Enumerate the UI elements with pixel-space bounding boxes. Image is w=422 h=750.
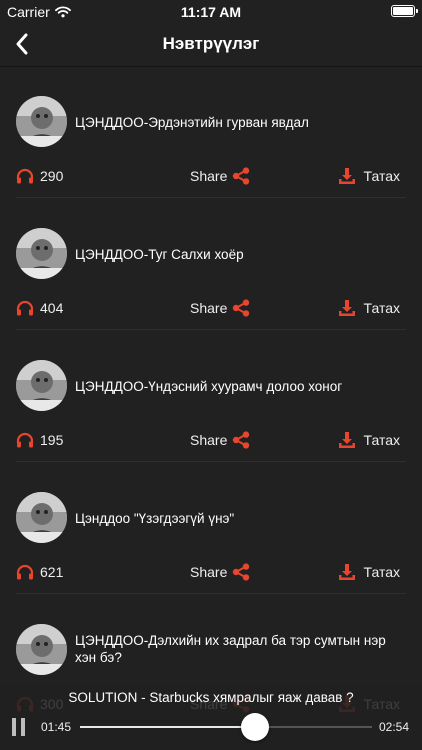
episode-item[interactable]: Цэнддоо "Үзэгдээгүй үнэ" 621 Share Татах (0, 462, 422, 594)
play-count-value: 621 (40, 564, 64, 580)
episode-title[interactable]: ЦЭНДДОО-Эрдэнэтийн гурван явдал (75, 114, 405, 131)
play-count-value: 290 (40, 168, 64, 184)
now-playing-title: SOLUTION - Starbucks хямралыг яаж давав … (68, 690, 354, 705)
episode-avatar (16, 360, 67, 411)
episode-avatar (16, 96, 67, 147)
nav-bar: Нэвтрүүлэг (0, 22, 422, 67)
episode-title[interactable]: ЦЭНДДОО-Дэлхийн их задрал ба тэр сумтын … (75, 632, 405, 666)
play-count: 404 (16, 296, 63, 320)
share-label: Share (190, 300, 228, 316)
download-label: Татах (363, 432, 400, 448)
episode-list[interactable]: ЦЭНДДОО-Эрдэнэтийн гурван явдал 290 Shar… (0, 66, 422, 726)
download-icon (338, 168, 355, 184)
play-count: 195 (16, 428, 63, 452)
episode-item[interactable]: ЦЭНДДОО-Эрдэнэтийн гурван явдал 290 Shar… (0, 66, 422, 198)
episode-actions: 404 Share Татах (0, 296, 422, 320)
play-count-value: 404 (40, 300, 64, 316)
download-button[interactable]: Татах (338, 296, 400, 320)
play-count: 290 (16, 164, 63, 188)
share-icon (233, 563, 250, 581)
episode-actions: 621 Share Татах (0, 560, 422, 584)
headphones-icon (16, 432, 34, 448)
share-icon (233, 167, 250, 185)
progress-slider[interactable] (80, 713, 372, 741)
play-count-value: 195 (40, 432, 64, 448)
download-label: Татах (363, 300, 400, 316)
download-icon (338, 432, 355, 448)
battery-icon (391, 5, 418, 17)
episode-item[interactable]: ЦЭНДДОО-Туг Салхи хоёр 404 Share Татах (0, 198, 422, 330)
download-button[interactable]: Татах (338, 164, 400, 188)
progress-fill (80, 726, 256, 728)
share-button[interactable]: Share (190, 428, 250, 452)
download-icon (338, 564, 355, 580)
download-label: Татах (363, 564, 400, 580)
download-label: Татах (363, 168, 400, 184)
episode-actions: 290 Share Татах (0, 164, 422, 188)
episode-avatar (16, 228, 67, 279)
share-label: Share (190, 432, 228, 448)
play-count: 621 (16, 560, 63, 584)
page-title: Нэвтрүүлэг (162, 34, 260, 53)
episode-actions: 195 Share Татах (0, 428, 422, 452)
episode-item[interactable]: ЦЭНДДОО-Үндэсний хуурамч долоо хоног 195… (0, 330, 422, 462)
total-time: 02:54 (378, 720, 409, 734)
download-button[interactable]: Татах (338, 560, 400, 584)
episode-avatar (16, 624, 67, 675)
download-icon (338, 300, 355, 316)
share-label: Share (190, 564, 228, 580)
headphones-icon (16, 168, 34, 184)
progress-knob[interactable] (241, 713, 270, 741)
mini-player[interactable]: SOLUTION - Starbucks хямралыг яаж давав … (0, 686, 422, 750)
headphones-icon (16, 564, 34, 580)
pause-button[interactable] (12, 718, 26, 736)
share-button[interactable]: Share (190, 164, 250, 188)
download-button[interactable]: Татах (338, 428, 400, 452)
current-time: 01:45 (41, 720, 72, 734)
headphones-icon (16, 300, 34, 316)
share-icon (233, 431, 250, 449)
share-icon (233, 299, 250, 317)
episode-avatar (16, 492, 67, 543)
episode-title[interactable]: ЦЭНДДОО-Үндэсний хуурамч долоо хоног (75, 378, 405, 395)
episode-title[interactable]: ЦЭНДДОО-Туг Салхи хоёр (75, 246, 405, 263)
share-button[interactable]: Share (190, 560, 250, 584)
clock: 11:17 AM (180, 4, 242, 20)
share-button[interactable]: Share (190, 296, 250, 320)
share-label: Share (190, 168, 228, 184)
episode-title[interactable]: Цэнддоо "Үзэгдээгүй үнэ" (75, 510, 405, 527)
status-bar: Carrier 11:17 AM (0, 0, 422, 22)
